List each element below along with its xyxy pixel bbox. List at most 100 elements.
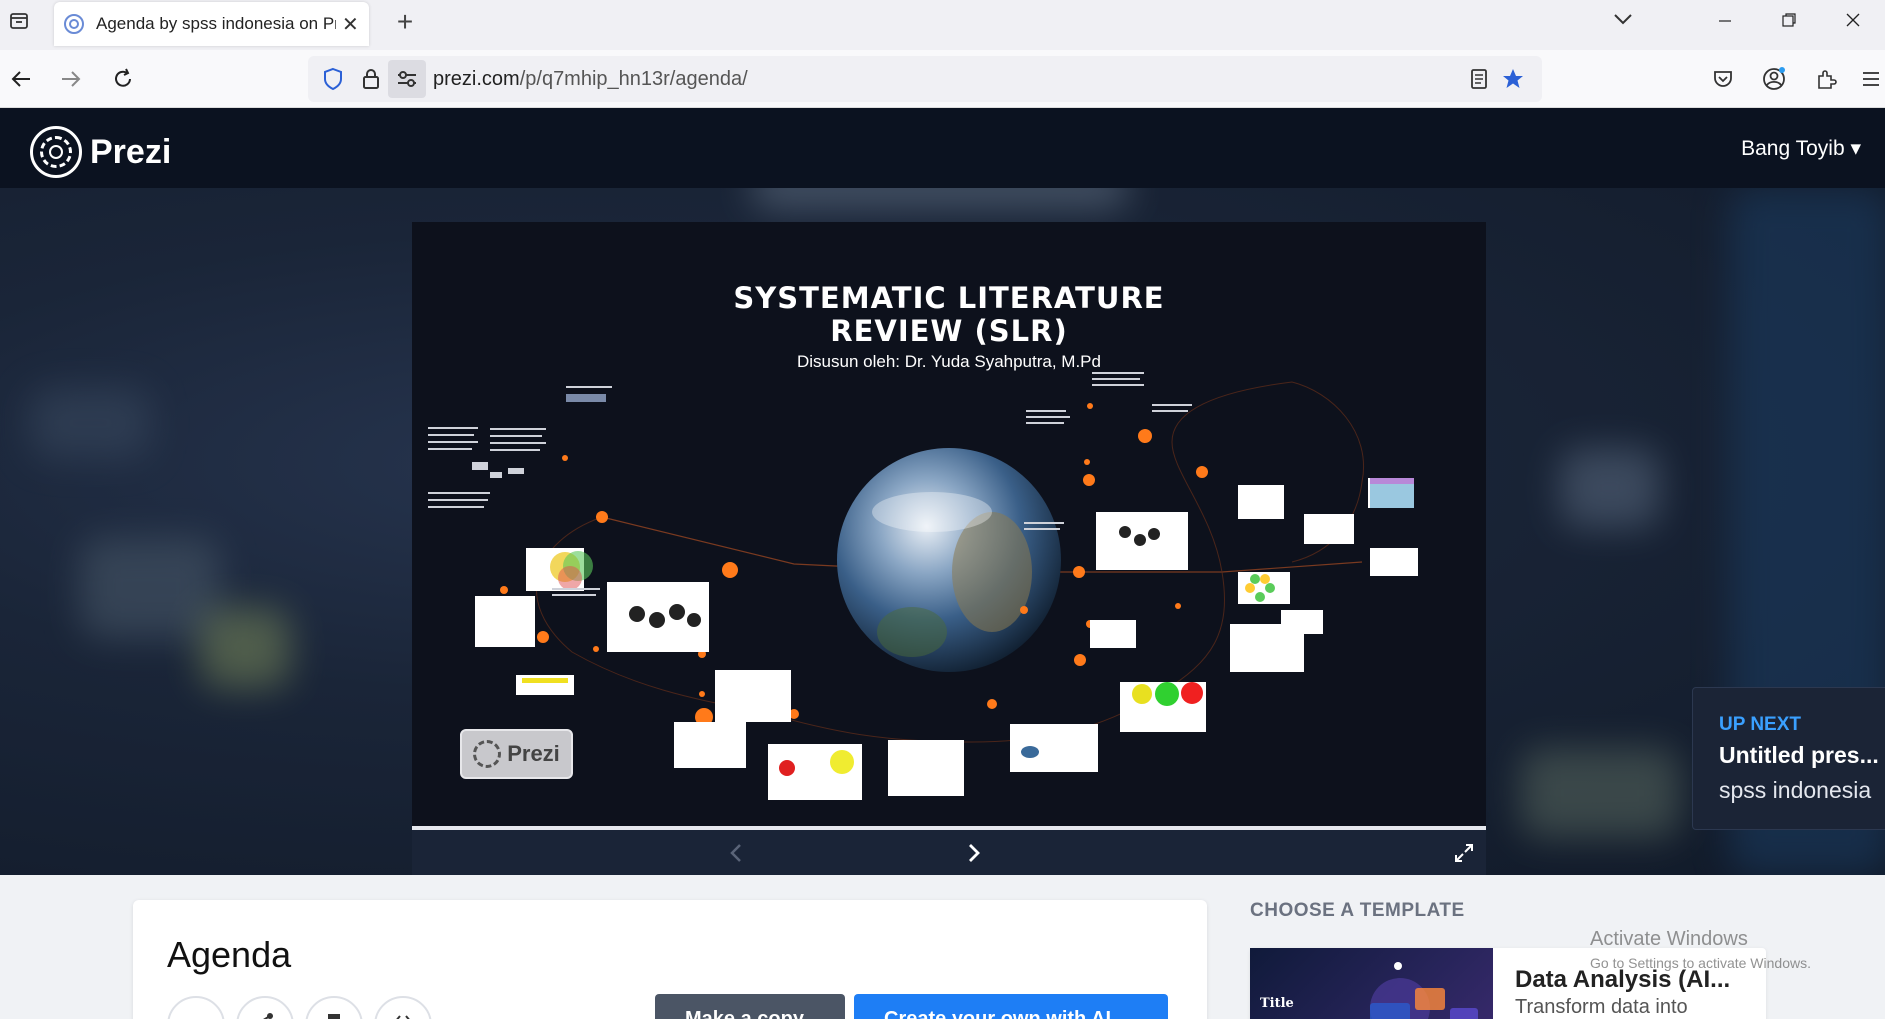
highlight-bar	[1370, 478, 1414, 484]
earth-landmass	[877, 607, 947, 657]
path-node	[1084, 459, 1090, 465]
text-line	[490, 442, 546, 444]
blurred-background-shape	[750, 188, 1130, 208]
presentation-info-card: Agenda ♥ Make a copy Create your own wit…	[133, 900, 1207, 1019]
path-node	[1074, 654, 1086, 666]
tab-list-icon[interactable]	[2, 4, 36, 38]
diagram-shape	[1119, 526, 1131, 538]
slide-title-line2: REVIEW (SLR)	[830, 314, 1068, 348]
close-tab-icon[interactable]: ✕	[342, 12, 359, 37]
text-line	[1152, 404, 1192, 406]
text-line	[490, 428, 546, 430]
save-button[interactable]	[305, 996, 363, 1019]
text-line	[1026, 410, 1066, 412]
minimize-icon[interactable]	[1693, 0, 1757, 40]
new-tab-icon[interactable]: +	[388, 6, 422, 38]
text-line	[490, 449, 540, 451]
path-node	[987, 699, 997, 709]
choose-template-heading: CHOOSE A TEMPLATE	[1250, 900, 1465, 921]
hexagon	[1265, 583, 1275, 593]
path-node	[596, 511, 608, 523]
browser-tab-bar: Agenda by spss indonesia on Prezi ✕ +	[0, 0, 1885, 50]
embed-button[interactable]	[374, 996, 432, 1019]
prezi-favicon-icon	[64, 14, 84, 34]
current-slide[interactable]: SYSTEMATIC LITERATURE REVIEW (SLR) Disus…	[412, 222, 1486, 826]
address-bar[interactable]: prezi.com/p/q7mhip_hn13r/agenda/	[308, 56, 1542, 102]
restore-icon[interactable]	[1757, 0, 1821, 40]
slide-frame	[1304, 514, 1354, 544]
thumbnail-shape	[1394, 962, 1402, 970]
prezi-badge-icon	[473, 740, 502, 768]
path-node	[1087, 403, 1093, 409]
slide-frame	[888, 740, 964, 796]
path-node	[593, 646, 599, 652]
windows-activation-watermark: Activate Windows Go to Settings to activ…	[1590, 928, 1811, 971]
thumbnail-shape	[1370, 1003, 1410, 1019]
text-line	[428, 506, 484, 508]
browser-tab-active[interactable]: Agenda by spss indonesia on Prezi ✕	[54, 2, 369, 46]
bookmark-star-icon[interactable]	[1494, 60, 1532, 98]
text-line	[552, 594, 596, 596]
close-window-icon[interactable]	[1821, 0, 1885, 40]
text-line	[490, 435, 542, 437]
bookmark-icon	[326, 1012, 342, 1019]
colored-dot	[830, 750, 854, 774]
reader-view-icon[interactable]	[1460, 60, 1498, 98]
earth-landmass	[952, 512, 1032, 632]
pocket-icon[interactable]	[1704, 60, 1742, 98]
prezi-badge-text: Prezi	[507, 741, 560, 766]
prezi-logo-icon	[30, 126, 82, 178]
previous-slide-icon[interactable]	[719, 836, 753, 870]
prezi-badge[interactable]: Prezi	[460, 729, 573, 779]
path-node	[1196, 466, 1208, 478]
prezi-logo[interactable]: Prezi	[30, 126, 171, 178]
site-permissions-icon[interactable]	[388, 60, 426, 98]
extensions-icon[interactable]	[1807, 60, 1845, 98]
template-thumbnail-title: Title	[1260, 996, 1294, 1011]
text-line	[1024, 528, 1060, 530]
reload-icon[interactable]	[104, 60, 142, 98]
path-node	[699, 691, 705, 697]
make-a-copy-button[interactable]: Make a copy	[655, 994, 845, 1019]
hexagon	[1245, 583, 1255, 593]
up-next-panel[interactable]: UP NEXT Untitled pres... spss indonesia	[1692, 687, 1885, 830]
highlight-bar	[522, 678, 568, 683]
diagram-shape	[687, 613, 701, 627]
text-line	[552, 588, 600, 590]
diagram-shape	[649, 612, 665, 628]
menu-icon[interactable]	[1857, 60, 1885, 98]
tracking-shield-icon[interactable]	[314, 60, 352, 98]
blurred-background-shape	[30, 388, 150, 458]
path-node	[562, 455, 568, 461]
prezi-header: Prezi Bang Toyib ▾	[0, 108, 1885, 188]
lock-icon[interactable]	[352, 60, 390, 98]
heart-icon: ♥	[189, 1012, 202, 1019]
colored-dot	[1181, 682, 1203, 704]
text-line	[472, 462, 488, 470]
share-button[interactable]	[236, 996, 294, 1019]
text-line	[428, 441, 478, 443]
blurred-background-shape	[1560, 448, 1660, 528]
fullscreen-icon[interactable]	[1447, 836, 1481, 870]
user-menu[interactable]: Bang Toyib ▾	[1741, 136, 1861, 161]
slide-frame	[1238, 485, 1284, 519]
template-description: Transform data into	[1515, 996, 1688, 1018]
up-next-title: Untitled pres...	[1719, 742, 1879, 768]
forward-icon[interactable]	[52, 60, 90, 98]
text-line	[428, 499, 488, 501]
account-icon[interactable]	[1755, 60, 1793, 98]
path-node	[537, 631, 549, 643]
like-button[interactable]: ♥	[167, 996, 225, 1019]
text-line	[490, 472, 502, 478]
path-node	[500, 586, 508, 594]
list-all-tabs-icon[interactable]	[1612, 6, 1634, 32]
share-icon	[255, 1012, 275, 1019]
tab-title: Agenda by spss indonesia on Prezi	[96, 14, 336, 33]
hexagon	[1255, 592, 1265, 602]
text-line	[566, 394, 606, 402]
url-text[interactable]: prezi.com/p/q7mhip_hn13r/agenda/	[433, 68, 748, 91]
next-slide-icon[interactable]	[957, 836, 991, 870]
create-with-ai-button[interactable]: Create your own with AI	[854, 994, 1168, 1019]
back-icon[interactable]	[2, 60, 40, 98]
slide-title: SYSTEMATIC LITERATURE REVIEW (SLR)	[412, 282, 1486, 348]
